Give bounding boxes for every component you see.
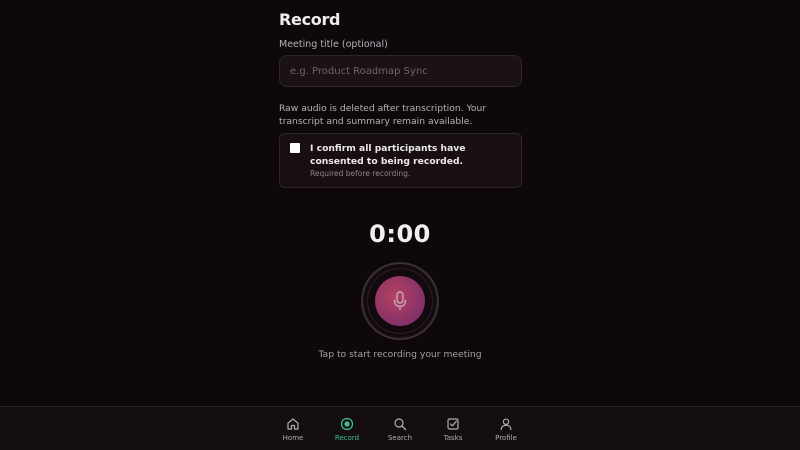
profile-icon [500, 418, 512, 431]
nav-item-tasks[interactable]: Tasks [433, 417, 473, 442]
consent-sublabel: Required before recording. [310, 169, 411, 178]
consent-checkbox[interactable] [290, 143, 300, 153]
nav-label-profile: Profile [495, 434, 517, 442]
recording-timer: 0:00 [369, 220, 431, 248]
record-hint: Tap to start recording your meeting [318, 349, 482, 360]
nav-item-record[interactable]: Record [327, 417, 367, 442]
privacy-notice: Raw audio is deleted after transcription… [279, 103, 487, 127]
record-icon [340, 417, 354, 431]
tasks-icon [447, 418, 459, 430]
nav-label-home: Home [282, 434, 304, 442]
record-button[interactable] [375, 276, 425, 326]
record-screen: Record Meeting title (optional) Raw audi… [0, 0, 800, 450]
nav-label-record: Record [334, 434, 360, 442]
meeting-title-input[interactable] [279, 55, 522, 87]
record-button-ring [361, 262, 439, 340]
search-icon [394, 418, 407, 431]
meeting-title-label: Meeting title (optional) [279, 39, 388, 50]
home-icon [287, 418, 299, 430]
nav-item-search[interactable]: Search [380, 417, 420, 442]
nav-item-profile[interactable]: Profile [486, 417, 526, 442]
page-title: Record [279, 10, 341, 29]
nav-label-search: Search [387, 434, 413, 442]
consent-label: I confirm all participants have consente… [310, 143, 466, 167]
bottom-nav: Home Record Search Tasks Profile [0, 406, 800, 450]
nav-item-home[interactable]: Home [273, 417, 313, 442]
consent-card: I confirm all participants have consente… [279, 133, 522, 188]
nav-label-tasks: Tasks [443, 434, 463, 442]
microphone-icon [393, 291, 407, 311]
